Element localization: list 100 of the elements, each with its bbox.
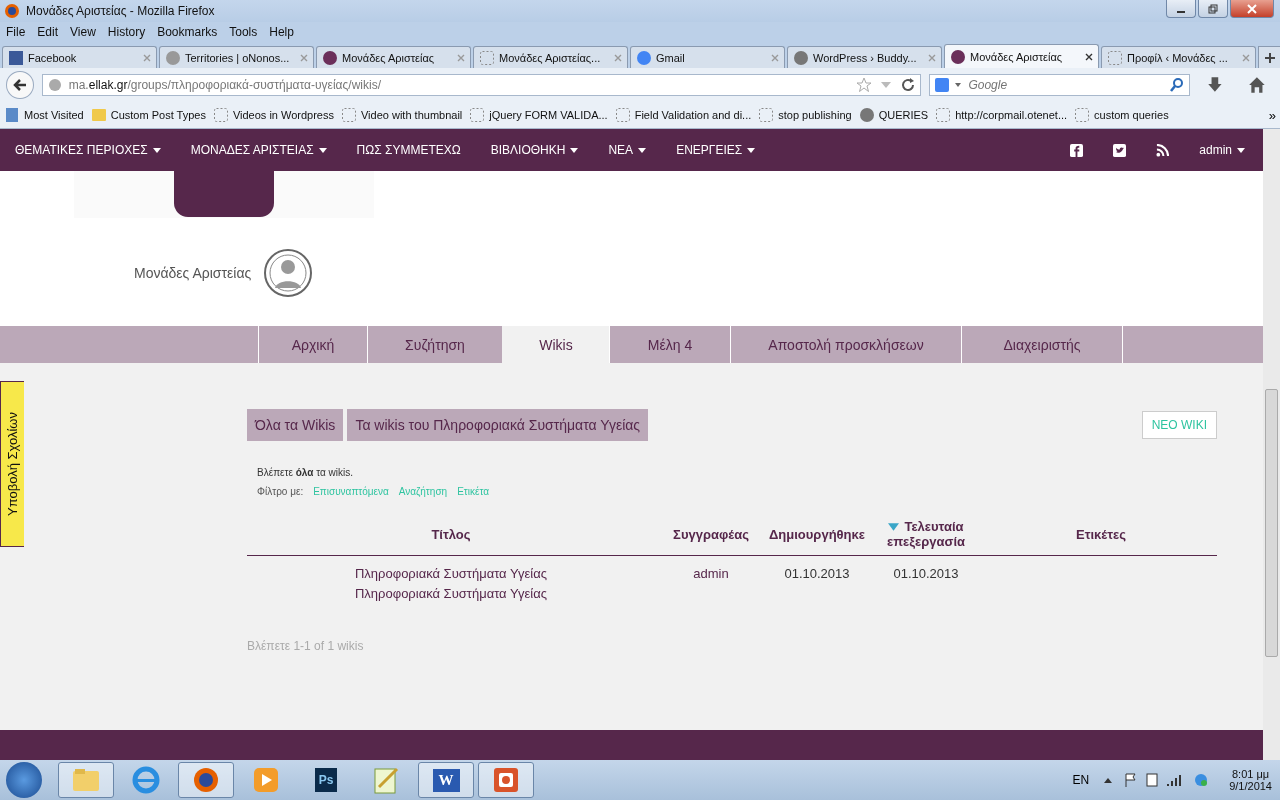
tab-title: Facebook — [28, 51, 78, 64]
page-icon — [212, 107, 229, 123]
nav-item[interactable]: ΒΙΒΛΙΟΘΗΚΗ — [490, 143, 579, 157]
plus-icon — [1264, 51, 1276, 64]
folder-icon — [71, 767, 101, 793]
site-icon — [793, 49, 809, 66]
filter-label: Φίλτρο με: — [257, 486, 304, 497]
nav-item[interactable]: ΘΕΜΑΤΙΚΕΣ ΠΕΡΙΟΧΕΣ — [15, 143, 161, 157]
twitter-icon[interactable] — [1113, 143, 1127, 157]
group-link[interactable]: Πληροφοριακά Συστήματα Υγείας — [354, 586, 548, 601]
filter-tab[interactable]: Τα wikis του Πληροφοριακά Συστήματα Υγείας — [347, 409, 649, 441]
minimize-icon — [1177, 10, 1185, 13]
url-text[interactable]: ma.ellak.gr/groups/πληροφοριακά-συστήματα-υγείας/wikis/ — [68, 78, 381, 92]
taskbar-app[interactable] — [478, 762, 534, 798]
menu-item[interactable]: View — [70, 25, 96, 39]
bookmark-item[interactable]: jQuery FORM VALIDA... — [489, 109, 608, 121]
nav-item[interactable]: ΠΩΣ ΣΥΜΜΕΤΕΧΩ — [356, 143, 461, 157]
bookmark-item[interactable]: stop publishing — [778, 109, 852, 121]
folder-icon — [90, 107, 107, 123]
globe-icon — [46, 77, 63, 93]
nav-item[interactable]: ΕΝΕΡΓΕΙΕΣ — [676, 143, 756, 157]
browser-tab[interactable]: Μονάδες Αριστείας... — [473, 46, 628, 68]
group-tab[interactable]: Μέλη 4 — [609, 326, 730, 363]
menu-item[interactable]: Bookmarks — [157, 25, 218, 39]
browser-tab[interactable]: Gmail — [630, 46, 785, 68]
bookmark-item[interactable]: custom queries — [1094, 109, 1169, 121]
group-tab[interactable]: Αποστολή προσκλήσεων — [730, 326, 961, 363]
site-name[interactable]: Μονάδες Αριστείας — [134, 265, 252, 281]
author-cell[interactable]: admin — [693, 566, 729, 581]
address-bar[interactable]: ma.ellak.gr/groups/πληροφοριακά-συστήματα-υγείας/wikis/ — [41, 74, 922, 96]
bookmark-item[interactable]: Video with thumbnail — [361, 109, 463, 121]
browser-tab[interactable]: Facebook — [2, 46, 157, 68]
reload-icon[interactable] — [900, 77, 917, 93]
new-tab-button[interactable] — [1258, 46, 1280, 68]
column-header[interactable]: Δημιουργήθηκε — [769, 526, 865, 542]
scrollbar[interactable] — [1263, 129, 1280, 760]
more-bookmarks-button[interactable]: » — [1268, 107, 1276, 123]
site-icon — [858, 107, 875, 123]
taskbar-app[interactable]: W — [418, 762, 474, 798]
menu-item[interactable]: Edit — [37, 25, 59, 39]
site-icon — [636, 49, 652, 66]
close-icon[interactable] — [1085, 52, 1093, 61]
star-icon[interactable] — [856, 77, 873, 93]
column-header[interactable]: Τελευταία επεξεργασία — [871, 519, 981, 549]
filter-tab[interactable]: Όλα τα Wikis — [247, 409, 344, 441]
back-button[interactable] — [6, 71, 34, 99]
page-icon — [614, 107, 631, 123]
date-cell: 01.10.2013 — [893, 566, 959, 581]
group-tab[interactable]: Wikis — [502, 326, 609, 363]
menu-item[interactable]: History — [107, 25, 146, 39]
nav-item[interactable]: ΜΟΝΑΔΕΣ ΑΡΙΣΤΕΙΑΣ — [190, 143, 327, 157]
column-header[interactable]: Συγγραφέας — [673, 526, 749, 542]
browser-tab[interactable]: WordPress › Buddy... — [787, 46, 942, 68]
feedback-tab[interactable]: Υποβολή Σχολίων — [0, 381, 24, 547]
group-tab[interactable]: Αρχική — [258, 326, 367, 363]
user-menu[interactable]: admin — [1199, 143, 1245, 157]
browser-tab[interactable]: Προφίλ ‹ Μονάδες ... — [1101, 46, 1256, 68]
restore-button[interactable] — [1198, 0, 1228, 18]
language-indicator[interactable]: EN — [1072, 773, 1090, 787]
page-icon — [1107, 49, 1123, 66]
viewing-note: Βλέπετε όλα τα wikis. — [257, 467, 354, 478]
column-header[interactable]: Ετικέτες — [1076, 526, 1126, 542]
rss-icon[interactable] — [1156, 143, 1170, 157]
bookmark-item[interactable]: Most Visited — [24, 109, 84, 121]
browser-tab[interactable]: Territories | oNonos... — [159, 46, 314, 68]
bookmark-item[interactable]: Field Validation and di... — [634, 109, 752, 121]
tab-title: Μονάδες Αριστείας — [342, 51, 436, 64]
menu-item[interactable]: Help — [269, 25, 294, 39]
start-button[interactable] — [6, 762, 42, 798]
tab-title: Territories | oNonos... — [185, 51, 291, 64]
caret-icon — [318, 147, 327, 153]
facebook-icon[interactable] — [1070, 143, 1084, 157]
bookmark-item[interactable]: QUERIES — [878, 109, 929, 121]
menu-item[interactable]: Tools — [229, 25, 258, 39]
date-cell: 01.10.2013 — [784, 566, 850, 581]
bookmark-item[interactable]: Custom Post Types — [110, 109, 206, 121]
menu-item[interactable]: File — [6, 25, 26, 39]
browser-tab[interactable]: Μονάδες Αριστείας — [944, 44, 1099, 68]
page-icon — [758, 107, 775, 123]
home-icon[interactable] — [1248, 76, 1267, 94]
close-button[interactable] — [1230, 0, 1274, 18]
caret-icon[interactable] — [954, 81, 963, 89]
taskbar-app[interactable] — [178, 762, 234, 798]
taskbar-app[interactable] — [58, 762, 114, 798]
caret-icon — [638, 147, 647, 153]
wiki-title-link[interactable]: Πληροφοριακά Συστήματα Υγείας — [354, 566, 548, 581]
search-engine-icon[interactable] — [934, 77, 951, 93]
search-icon[interactable] — [1169, 77, 1186, 93]
group-tab[interactable]: Διαχειριστής — [961, 326, 1122, 363]
browser-tab[interactable]: Μονάδες Αριστείας — [316, 46, 471, 68]
tab-title: Μονάδες Αριστείας — [970, 50, 1064, 63]
bookmark-item[interactable]: http://corpmail.otenet... — [955, 109, 1068, 121]
taskbar-app[interactable]: Ps — [298, 762, 354, 798]
tab-title: Gmail — [656, 51, 686, 64]
search-bar[interactable]: Google — [929, 74, 1191, 96]
column-header[interactable]: Τίτλος — [431, 526, 471, 542]
minimize-button[interactable] — [1166, 0, 1196, 18]
nav-item[interactable]: ΝΕΑ — [608, 143, 647, 157]
notepad-icon — [371, 765, 401, 795]
bookmark-item[interactable]: Videos in Wordpress — [232, 109, 334, 121]
